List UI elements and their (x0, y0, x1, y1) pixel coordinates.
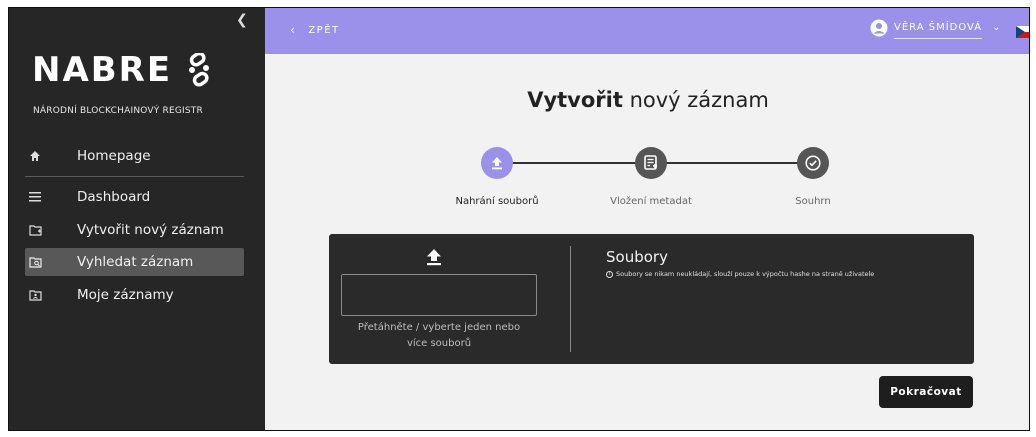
sidebar-item-label: Moje záznamy (77, 287, 174, 303)
step-label-summary: Souhrn (795, 196, 831, 207)
sidebar-item-label: Dashboard (77, 189, 151, 205)
user-menu[interactable]: VĚRA ŠMÍDOVÁ ⌄ (870, 16, 1000, 39)
user-name: VĚRA ŠMÍDOVÁ (894, 16, 983, 39)
sidebar-item-label: Homepage (77, 148, 151, 164)
back-label: ZPĚT (308, 24, 340, 36)
home-icon (25, 150, 45, 162)
account-circle-icon (870, 19, 888, 36)
files-title: Soubory (606, 248, 668, 266)
folder-search-icon (25, 256, 45, 268)
step-summary (797, 147, 829, 179)
step-metadata (635, 147, 667, 179)
document-add-icon (644, 155, 657, 170)
sidebar-item-dashboard[interactable]: Dashboard (25, 183, 244, 211)
czech-flag-icon[interactable] (1016, 26, 1030, 38)
dropzone-hint-line1: Přetáhněte / vyberte jeden nebo (357, 322, 521, 333)
sidebar-divider (25, 176, 244, 177)
folder-user-icon (25, 289, 45, 301)
sidebar-item-create-record[interactable]: Vytvořit nový záznam (25, 216, 244, 244)
chevron-down-icon: ⌄ (992, 22, 1001, 33)
page-title-bold: Vytvořit (527, 88, 623, 112)
sidebar: ❮ NABRE NÁRODNÍ BLOCKCHAINOVÝ REGISTR Ho… (9, 8, 265, 430)
page-title-rest: nový záznam (622, 88, 769, 112)
step-label-upload: Nahrání souborů (455, 196, 539, 207)
continue-button[interactable]: Pokračovat (879, 376, 973, 408)
check-circle-icon (805, 155, 821, 171)
logo-text: NABRE (32, 50, 173, 90)
files-note: i Soubory se nikam neukládají, slouží po… (606, 270, 874, 278)
upload-panel: Přetáhněte / vyberte jeden nebo více sou… (329, 234, 974, 364)
chevron-left-icon: ‹ (290, 23, 297, 37)
dropzone-hint-line2: více souborů (406, 338, 472, 349)
back-button[interactable]: ‹ ZPĚT (290, 23, 340, 37)
page-title: Vytvořit nový záznam (265, 88, 1029, 112)
step-upload (481, 147, 513, 179)
sidebar-item-label: Vytvořit nový záznam (77, 222, 224, 238)
sidebar-item-label: Vyhledat záznam (77, 254, 194, 270)
files-note-text: Soubory se nikam neukládají, slouží pouz… (616, 270, 875, 278)
file-dropzone[interactable] (341, 274, 537, 316)
stepper-connector (511, 162, 635, 164)
dropzone-hint: Přetáhněte / vyberte jeden nebo více sou… (341, 320, 537, 352)
upload-icon (427, 249, 441, 266)
menu-icon (25, 192, 45, 202)
sidebar-item-my-records[interactable]: Moje záznamy (25, 281, 244, 309)
upload-icon (492, 157, 502, 170)
sidebar-item-search-record[interactable]: Vyhledat záznam (25, 248, 244, 276)
top-bar: ‹ ZPĚT VĚRA ŠMÍDOVÁ ⌄ (265, 8, 1030, 54)
chevron-left-icon[interactable]: ❮ (236, 12, 248, 28)
info-icon: i (606, 270, 613, 278)
stepper-connector (665, 162, 797, 164)
logo: NABRE (32, 50, 216, 90)
chain-link-icon (189, 53, 210, 87)
sidebar-item-homepage[interactable]: Homepage (25, 142, 244, 170)
step-label-metadata: Vložení metadat (610, 196, 692, 207)
logo-subtitle: NÁRODNÍ BLOCKCHAINOVÝ REGISTR (33, 106, 203, 116)
app-window: ❮ NABRE NÁRODNÍ BLOCKCHAINOVÝ REGISTR Ho… (8, 7, 1030, 431)
folder-add-icon (25, 224, 45, 236)
main-content: Vytvořit nový záznam Nahrání souborů Vlo… (265, 54, 1029, 430)
panel-divider (570, 246, 571, 352)
